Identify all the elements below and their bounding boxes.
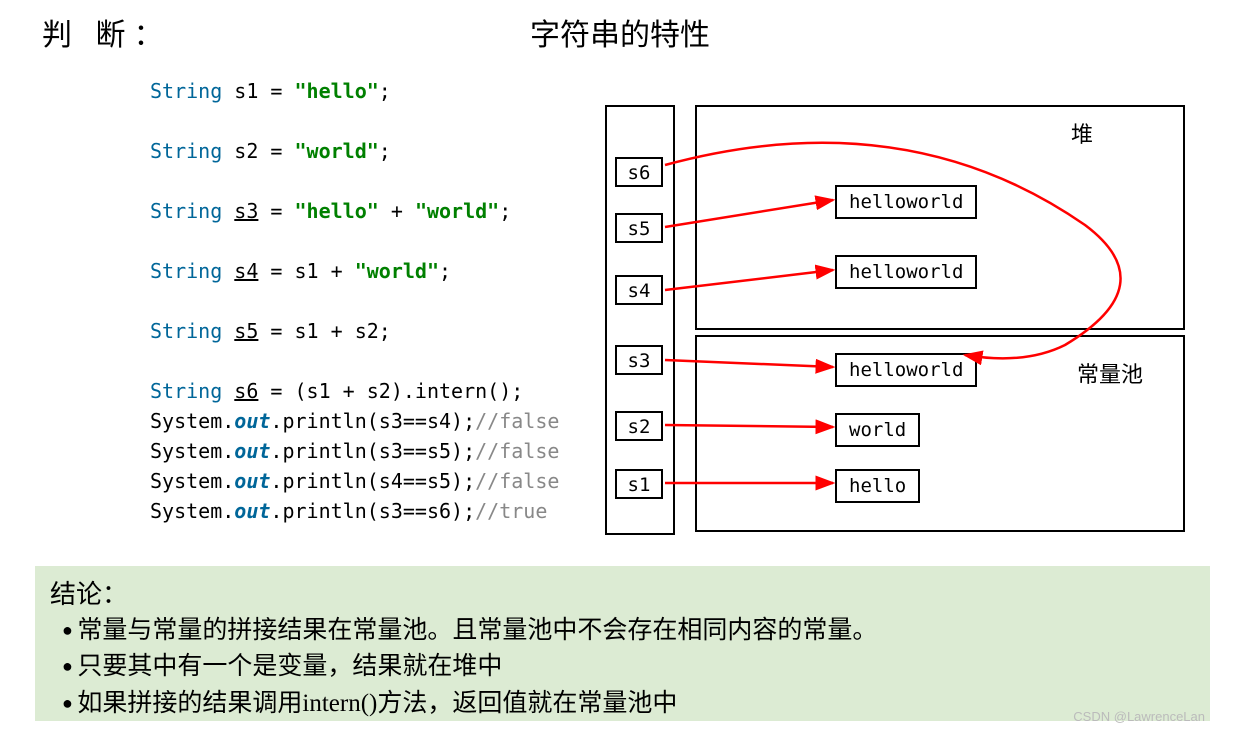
pool-hello: hello bbox=[835, 469, 920, 503]
code-text: System. bbox=[150, 409, 234, 433]
code-text: = (s1 + s2).intern(); bbox=[258, 379, 523, 403]
code-kw: String bbox=[150, 379, 222, 403]
code-comment: //false bbox=[475, 469, 559, 493]
page-title: 字符串的特性 bbox=[530, 10, 710, 54]
code-text: s2 = bbox=[222, 139, 294, 163]
code-text bbox=[222, 379, 234, 403]
code-text: System. bbox=[150, 439, 234, 463]
stack-s1: s1 bbox=[615, 469, 663, 499]
conclusion-item: 只要其中有一个是变量，结果就在堆中 bbox=[62, 649, 1195, 685]
code-text: .println(s3==s4); bbox=[270, 409, 475, 433]
code-out: out bbox=[234, 439, 270, 463]
heap-label: 堆 bbox=[1071, 117, 1093, 149]
code-text: ; bbox=[379, 79, 391, 103]
conclusion-list: 常量与常量的拼接结果在常量池。且常量池中不会存在相同内容的常量。 只要其中有一个… bbox=[50, 613, 1195, 722]
code-var: s6 bbox=[234, 379, 258, 403]
code-kw: String bbox=[150, 139, 222, 163]
conclusion-item: 如果拼接的结果调用intern()方法，返回值就在常量池中 bbox=[62, 686, 1195, 722]
code-str: "hello" bbox=[295, 79, 379, 103]
code-str: "hello" bbox=[295, 199, 379, 223]
watermark: CSDN @LawrenceLan bbox=[1073, 709, 1205, 724]
code-text: System. bbox=[150, 469, 234, 493]
stack-s3: s3 bbox=[615, 345, 663, 375]
code-str: "world" bbox=[415, 199, 499, 223]
memory-diagram: 堆 常量池 s6 s5 s4 s3 s2 s1 helloworld hello… bbox=[605, 105, 1190, 545]
code-out: out bbox=[234, 469, 270, 493]
conclusion-title: 结论： bbox=[50, 574, 1195, 611]
code-text: .println(s3==s6); bbox=[270, 499, 475, 523]
code-text bbox=[222, 319, 234, 343]
code-var: s5 bbox=[234, 319, 258, 343]
code-block: String s1 = "hello"; String s2 = "world"… bbox=[150, 77, 600, 525]
code-kw: String bbox=[150, 319, 222, 343]
code-text: = s1 + bbox=[258, 259, 354, 283]
heap-helloworld-1: helloworld bbox=[835, 185, 977, 219]
code-text bbox=[222, 259, 234, 283]
code-text: = s1 + s2; bbox=[258, 319, 390, 343]
code-comment: //false bbox=[475, 409, 559, 433]
code-text: ; bbox=[379, 139, 391, 163]
pool-world: world bbox=[835, 413, 920, 447]
stack-s4: s4 bbox=[615, 275, 663, 305]
code-comment: //true bbox=[475, 499, 547, 523]
stack-s6: s6 bbox=[615, 157, 663, 187]
conclusion-box: 结论： 常量与常量的拼接结果在常量池。且常量池中不会存在相同内容的常量。 只要其… bbox=[35, 566, 1210, 721]
code-var: s3 bbox=[234, 199, 258, 223]
code-str: "world" bbox=[295, 139, 379, 163]
code-kw: String bbox=[150, 259, 222, 283]
code-text: = bbox=[258, 199, 294, 223]
code-text: + bbox=[379, 199, 415, 223]
pool-helloworld: helloworld bbox=[835, 353, 977, 387]
pool-label: 常量池 bbox=[1077, 357, 1143, 389]
code-out: out bbox=[234, 409, 270, 433]
code-text: .println(s4==s5); bbox=[270, 469, 475, 493]
code-comment: //false bbox=[475, 439, 559, 463]
code-text bbox=[222, 199, 234, 223]
judge-label: 判 断： bbox=[42, 10, 172, 54]
code-var: s4 bbox=[234, 259, 258, 283]
code-text: ; bbox=[499, 199, 511, 223]
code-kw: String bbox=[150, 199, 222, 223]
code-kw: String bbox=[150, 79, 222, 103]
heap-helloworld-2: helloworld bbox=[835, 255, 977, 289]
stack-s5: s5 bbox=[615, 213, 663, 243]
code-out: out bbox=[234, 499, 270, 523]
code-text: ; bbox=[439, 259, 451, 283]
code-text: System. bbox=[150, 499, 234, 523]
code-text: .println(s3==s5); bbox=[270, 439, 475, 463]
code-text: s1 = bbox=[222, 79, 294, 103]
stack-s2: s2 bbox=[615, 411, 663, 441]
code-str: "world" bbox=[355, 259, 439, 283]
code-column: String s1 = "hello"; String s2 = "world"… bbox=[40, 72, 600, 527]
conclusion-item: 常量与常量的拼接结果在常量池。且常量池中不会存在相同内容的常量。 bbox=[62, 613, 1195, 649]
